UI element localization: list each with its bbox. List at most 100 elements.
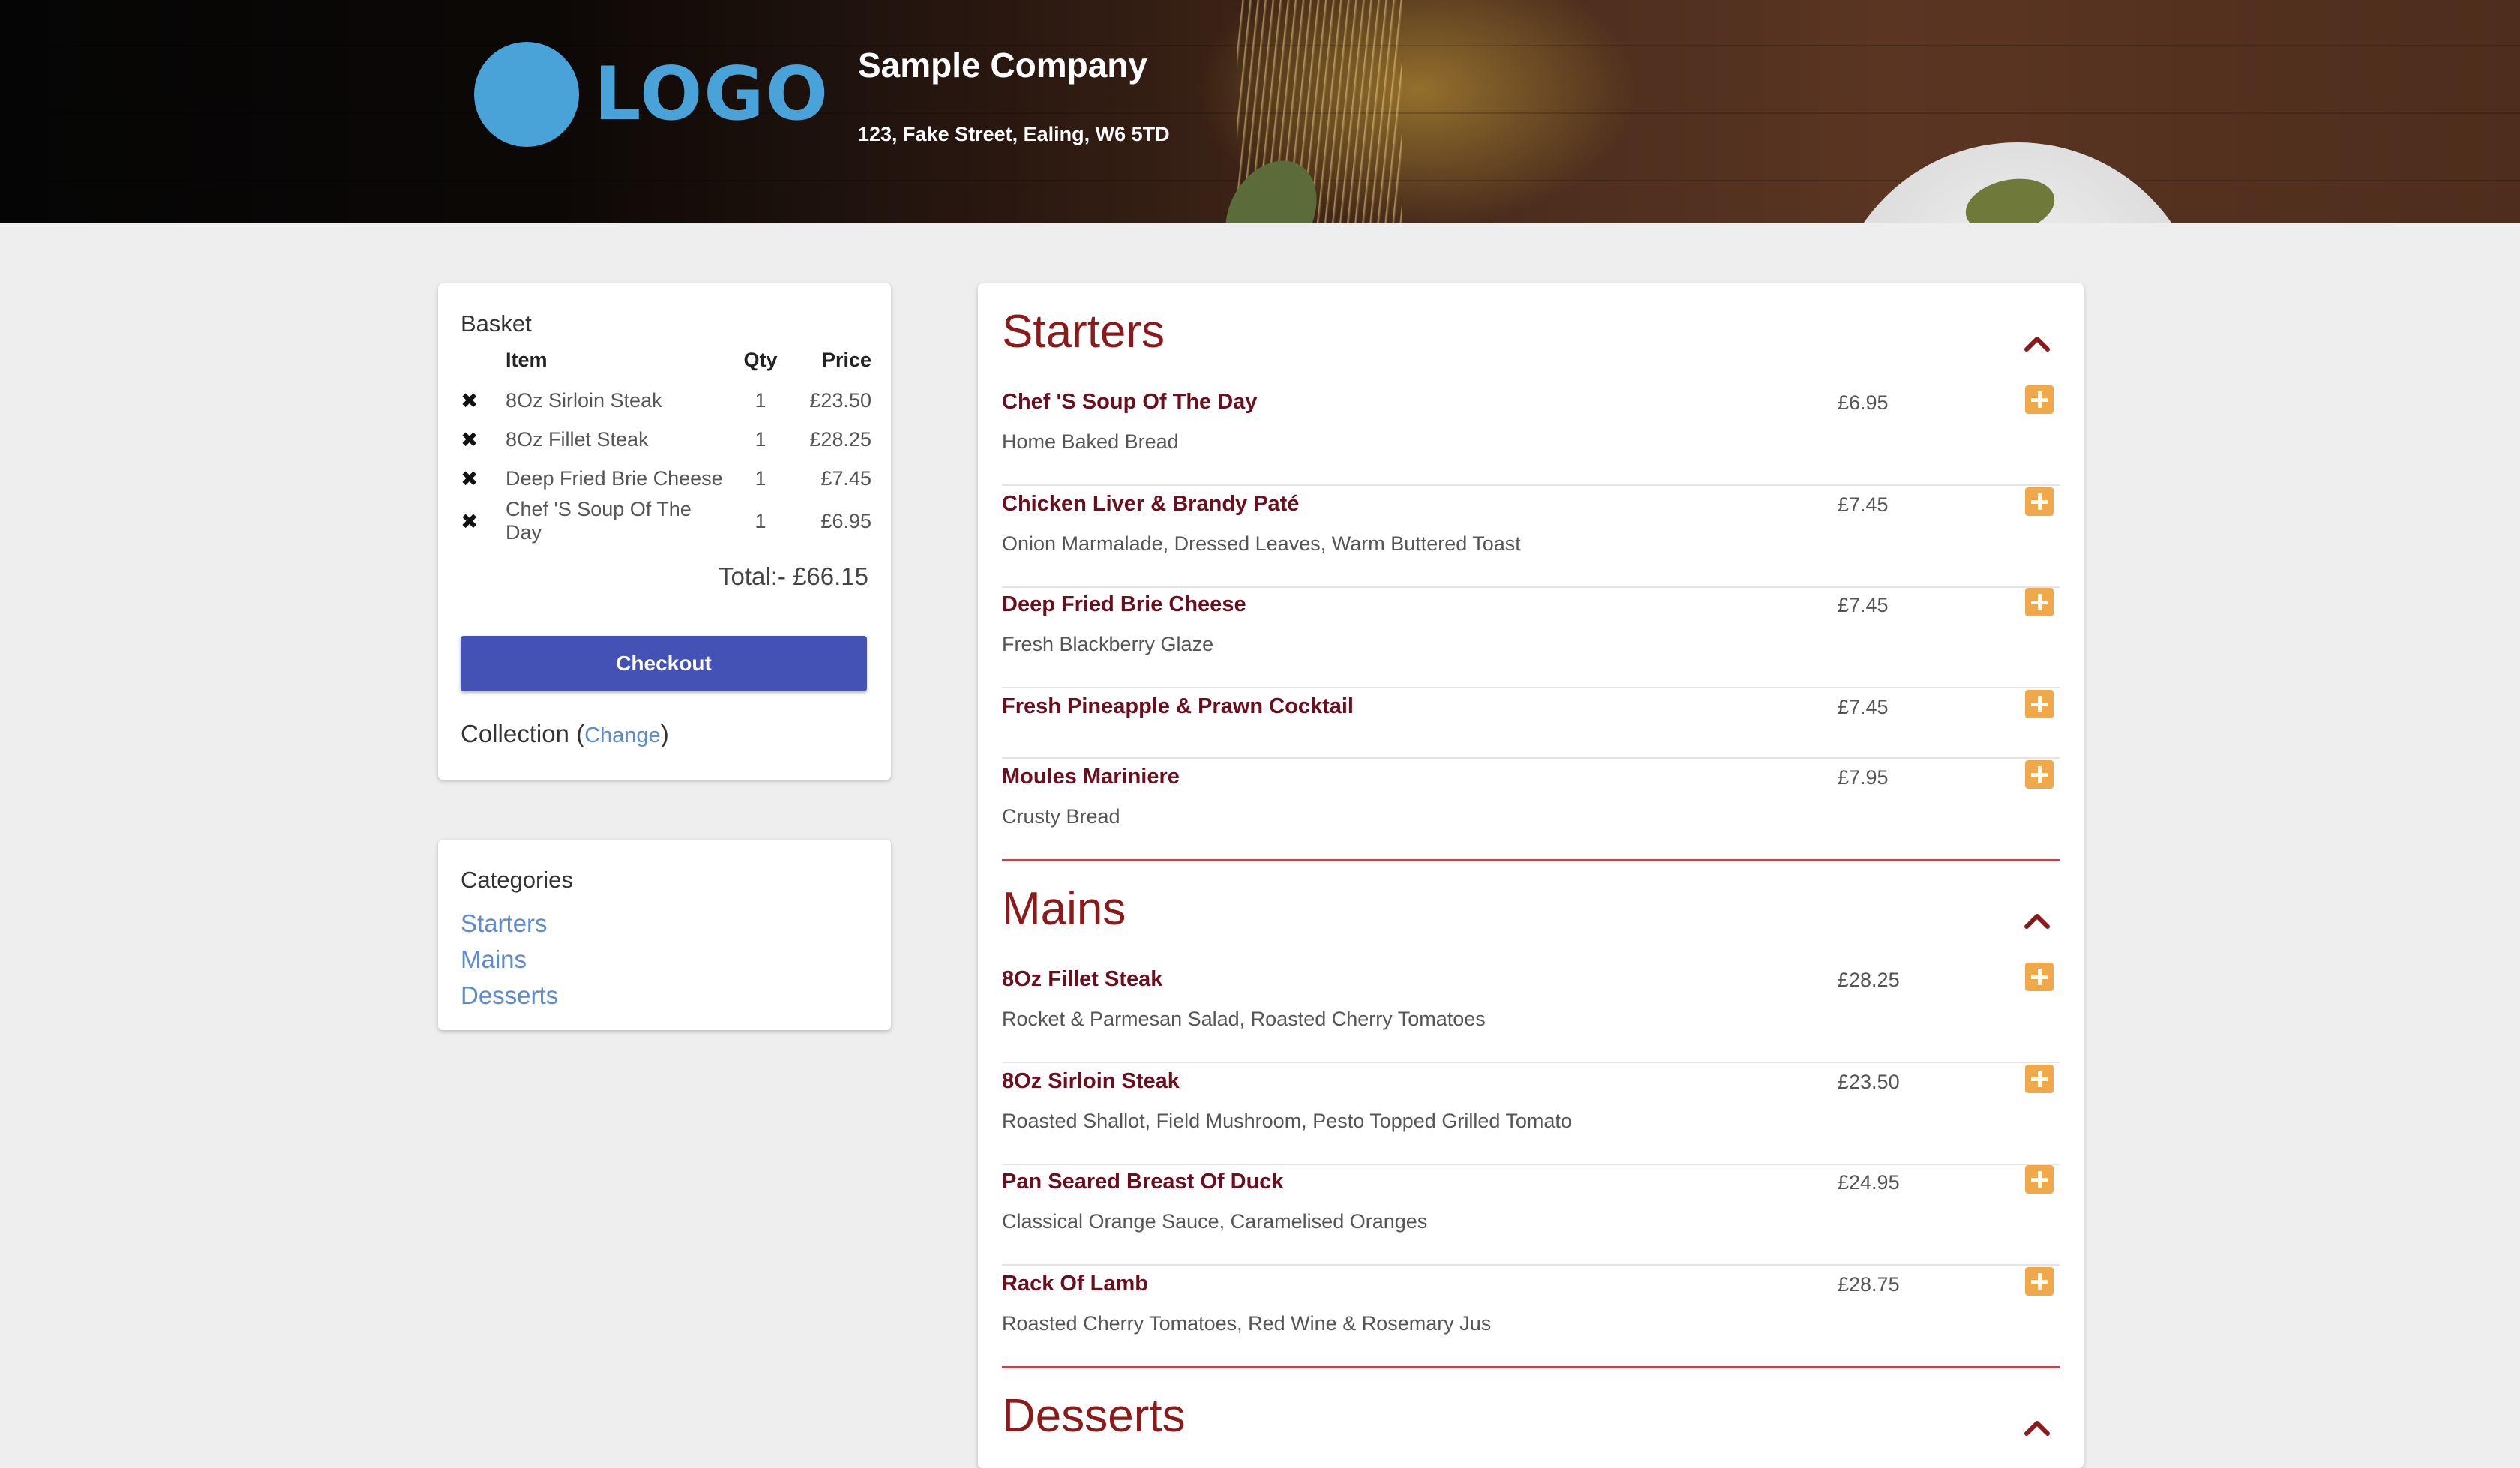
basket-col-qty: Qty [743, 348, 778, 371]
category-list: Starters Mains Desserts [460, 906, 558, 1014]
menu-item-name: Pan Seared Breast Of Duck [1002, 1170, 1284, 1194]
basket-row: ✖ 8Oz Sirloin Steak 1 £23.50 [460, 381, 878, 420]
menu-item-price: £24.95 [1838, 1171, 1900, 1194]
add-to-basket-button[interactable] [2025, 1165, 2054, 1194]
menu-item-name: Chicken Liver & Brandy Paté [1002, 492, 1300, 516]
company-name: Sample Company [858, 46, 1148, 85]
basket-item-qty: 1 [754, 388, 766, 412]
collection-mode: Collection (Change) [460, 720, 669, 748]
basket-item-price: £28.25 [809, 427, 872, 451]
basket-row: ✖ 8Oz Fillet Steak 1 £28.25 [460, 420, 878, 459]
company-address: 123, Fake Street, Ealing, W6 5TD [858, 123, 1170, 145]
collection-label: Collection [460, 720, 569, 747]
basket-item-name: Chef 'S Soup Of The Day [506, 498, 692, 544]
category-link-starters[interactable]: Starters [460, 906, 558, 942]
menu-item-name: Deep Fried Brie Cheese [1002, 592, 1246, 616]
section-header-desserts[interactable]: Desserts [1002, 1389, 2060, 1464]
add-to-basket-button[interactable] [2025, 963, 2054, 991]
basket-row: ✖ Deep Fried Brie Cheese 1 £7.45 [460, 459, 878, 498]
logo-text: LOGO [594, 52, 830, 137]
add-to-basket-button[interactable] [2025, 385, 2054, 414]
basket-item-price: £23.50 [809, 388, 872, 412]
menu-item-price: £7.45 [1838, 493, 1888, 516]
menu-item: Chicken Liver & Brandy Paté £7.45 Onion … [1002, 486, 2060, 588]
menu-item-description: Roasted Shallot, Field Mushroom, Pesto T… [1002, 1110, 1572, 1132]
menu-item-description: Crusty Bread [1002, 805, 1120, 828]
menu-item-price: £6.95 [1838, 391, 1888, 414]
menu-card: Starters Chef 'S Soup Of The Day £6.95 H… [978, 283, 2084, 1468]
menu-item-name: 8Oz Sirloin Steak [1002, 1069, 1180, 1093]
basket-title: Basket [460, 310, 532, 337]
close-x-icon[interactable]: ✖ [460, 389, 478, 412]
category-link-mains[interactable]: Mains [460, 942, 558, 978]
basket-item-name: Deep Fried Brie Cheese [506, 466, 723, 490]
menu-item: Fresh Pineapple & Prawn Cocktail £7.45 [1002, 688, 2060, 759]
section-divider [1002, 1366, 2060, 1368]
menu-item-name: Rack Of Lamb [1002, 1272, 1148, 1296]
menu-item-description: Rocket & Parmesan Salad, Roasted Cherry … [1002, 1008, 1486, 1030]
section-header-starters[interactable]: Starters [1002, 304, 2060, 379]
section-header-mains[interactable]: Mains [1002, 882, 2060, 957]
basket-header-row: Item Qty Price [460, 346, 878, 381]
menu-item: Deep Fried Brie Cheese £7.45 Fresh Black… [1002, 586, 2060, 688]
header-banner: LOGO Sample Company 123, Fake Street, Ea… [0, 0, 2520, 223]
basket-col-remove [460, 346, 506, 381]
basket-item-qty: 1 [754, 509, 766, 532]
menu-item-price: £7.95 [1838, 766, 1888, 789]
close-x-icon[interactable]: ✖ [460, 428, 478, 451]
section-divider [1002, 859, 2060, 861]
close-x-icon[interactable]: ✖ [460, 467, 478, 490]
add-to-basket-button[interactable] [2025, 1065, 2054, 1093]
collection-paren-open: ( [568, 720, 585, 747]
basket-item-qty: 1 [754, 466, 766, 490]
add-to-basket-button[interactable] [2025, 588, 2054, 616]
menu-item: Pan Seared Breast Of Duck £24.95 Classic… [1002, 1164, 2060, 1266]
basket-col-item: Item [506, 348, 548, 371]
menu-item-price: £7.45 [1838, 594, 1888, 616]
add-to-basket-button[interactable] [2025, 487, 2054, 516]
menu-item-description: Onion Marmalade, Dressed Leaves, Warm Bu… [1002, 532, 1521, 555]
basket-item-name: 8Oz Sirloin Steak [506, 388, 662, 412]
chevron-up-icon[interactable] [2022, 1416, 2052, 1438]
logo[interactable]: LOGO [474, 42, 830, 147]
add-to-basket-button[interactable] [2025, 690, 2054, 718]
basket-item-qty: 1 [754, 427, 766, 451]
menu-item: Rack Of Lamb £28.75 Roasted Cherry Tomat… [1002, 1266, 2060, 1356]
menu-item: Chef 'S Soup Of The Day £6.95 Home Baked… [1002, 384, 2060, 486]
basket-card: Basket Item Qty Price ✖ 8Oz Sirloin Stea… [438, 283, 891, 780]
menu-item-name: Fresh Pineapple & Prawn Cocktail [1002, 694, 1354, 718]
menu-item-description: Roasted Cherry Tomatoes, Red Wine & Rose… [1002, 1312, 1492, 1335]
menu-item: 8Oz Fillet Steak £28.25 Rocket & Parmesa… [1002, 961, 2060, 1063]
category-link-desserts[interactable]: Desserts [460, 978, 558, 1014]
chevron-up-icon[interactable] [2022, 909, 2052, 931]
menu-item-price: £28.25 [1838, 969, 1900, 991]
collection-paren-close: ) [660, 720, 669, 747]
categories-card: Categories Starters Mains Desserts [438, 840, 891, 1030]
basket-item-price: £7.45 [820, 466, 872, 490]
add-to-basket-button[interactable] [2025, 1267, 2054, 1296]
menu-item-description: Home Baked Bread [1002, 430, 1179, 453]
menu-item-price: £28.75 [1838, 1273, 1900, 1296]
basket-item-name: 8Oz Fillet Steak [506, 427, 649, 451]
change-collection-link[interactable]: Change [584, 724, 661, 747]
menu-item-description: Classical Orange Sauce, Caramelised Oran… [1002, 1210, 1428, 1233]
section-title: Starters [1002, 306, 1166, 358]
close-x-icon[interactable]: ✖ [460, 510, 478, 533]
menu-item-price: £23.50 [1838, 1071, 1900, 1093]
menu-item-name: Moules Mariniere [1002, 765, 1180, 789]
menu-item-name: Chef 'S Soup Of The Day [1002, 390, 1258, 414]
section-title: Desserts [1002, 1390, 1186, 1442]
basket-item-price: £6.95 [820, 509, 872, 532]
basket-total: Total:- £66.15 [718, 562, 868, 590]
menu-item-name: 8Oz Fillet Steak [1002, 967, 1163, 991]
add-to-basket-button[interactable] [2025, 760, 2054, 789]
menu-item-price: £7.45 [1838, 696, 1888, 718]
logo-circle-icon [474, 42, 579, 147]
basket-table: Item Qty Price ✖ 8Oz Sirloin Steak 1 £23… [460, 346, 878, 544]
checkout-button[interactable]: Checkout [460, 636, 867, 691]
menu-item-description: Fresh Blackberry Glaze [1002, 633, 1214, 655]
chevron-up-icon[interactable] [2022, 331, 2052, 354]
section-title: Mains [1002, 883, 1126, 935]
basket-row: ✖ Chef 'S Soup Of The Day 1 £6.95 [460, 498, 878, 544]
basket-col-price: Price [821, 348, 872, 371]
